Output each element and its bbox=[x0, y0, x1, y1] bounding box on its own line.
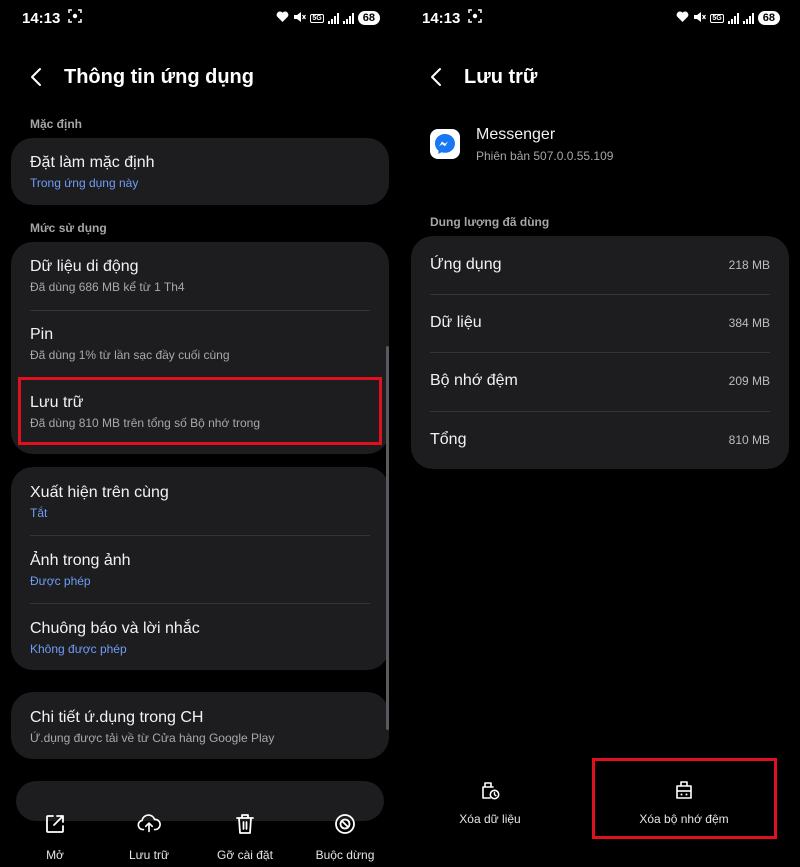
storage-highlight-box bbox=[18, 377, 382, 445]
network-type-badge: 5G bbox=[710, 13, 724, 23]
storage-row-value: 218 MB bbox=[728, 258, 770, 272]
archive-button[interactable]: Lưu trữ bbox=[104, 812, 194, 862]
status-time: 14:13 bbox=[422, 9, 461, 27]
clear-data-button[interactable]: Xóa dữ liệu bbox=[420, 778, 560, 826]
alarms-title: Chuông báo và lời nhắc bbox=[30, 620, 200, 637]
header: Thông tin ứng dụng bbox=[26, 60, 254, 94]
uninstall-label: Gỡ cài đặt bbox=[217, 848, 273, 862]
status-bar: 14:13 5G 68 bbox=[422, 8, 780, 28]
open-label: Mở bbox=[46, 848, 64, 862]
storage-row-label: Ứng dụng bbox=[430, 256, 502, 273]
heart-icon bbox=[676, 11, 689, 26]
page-title: Lưu trữ bbox=[464, 65, 538, 88]
permissions-card: Xuất hiện trên cùng Tắt Ảnh trong ảnh Đư… bbox=[11, 467, 389, 670]
mobile-data-subtitle: Đã dùng 686 MB kể từ 1 Th4 bbox=[30, 280, 185, 294]
header: Lưu trữ bbox=[426, 60, 537, 94]
signal-icon bbox=[327, 12, 339, 24]
section-label-used: Dung lượng đã dùng bbox=[430, 215, 550, 229]
alarms-subtitle: Không được phép bbox=[30, 642, 127, 656]
app-version: Phiên bản 507.0.0.55.109 bbox=[476, 149, 614, 163]
signal-icon bbox=[727, 12, 739, 24]
force-stop-button[interactable]: Buộc dừng bbox=[300, 812, 390, 862]
pip-item[interactable]: Ảnh trong ảnh Được phép bbox=[11, 552, 389, 588]
storage-row-value: 810 MB bbox=[728, 433, 770, 447]
default-card: Đặt làm mặc định Trong ứng dụng này bbox=[11, 138, 389, 205]
clear-data-label: Xóa dữ liệu bbox=[459, 812, 521, 826]
heart-icon bbox=[276, 11, 289, 26]
set-default-subtitle: Trong ứng dụng này bbox=[30, 176, 139, 190]
mute-icon bbox=[293, 11, 307, 26]
clear-data-icon bbox=[478, 778, 502, 802]
alarms-item[interactable]: Chuông báo và lời nhắc Không được phép bbox=[11, 620, 389, 656]
storage-row-value: 209 MB bbox=[728, 374, 770, 388]
status-time: 14:13 bbox=[22, 9, 61, 27]
battery-badge: 68 bbox=[357, 11, 380, 25]
set-default-title: Đặt làm mặc định bbox=[30, 154, 155, 171]
storage-row-label: Bộ nhớ đệm bbox=[430, 372, 518, 389]
back-arrow-icon[interactable] bbox=[26, 65, 46, 89]
store-details-title: Chi tiết ứ.dụng trong CH bbox=[30, 709, 204, 726]
screenshot-icon bbox=[68, 8, 83, 28]
appear-on-top-item[interactable]: Xuất hiện trên cùng Tắt bbox=[11, 484, 389, 520]
pip-title: Ảnh trong ảnh bbox=[30, 552, 131, 569]
scrollbar[interactable] bbox=[386, 346, 389, 730]
back-arrow-icon[interactable] bbox=[426, 65, 446, 89]
storage-row-value: 384 MB bbox=[728, 316, 770, 330]
open-external-icon bbox=[43, 812, 67, 836]
divider bbox=[30, 310, 370, 311]
page-title: Thông tin ứng dụng bbox=[64, 65, 254, 88]
status-bar: 14:13 5G 68 bbox=[22, 8, 380, 28]
mute-icon bbox=[693, 11, 707, 26]
signal-icon-2 bbox=[342, 12, 354, 24]
mobile-data-title: Dữ liệu di động bbox=[30, 258, 139, 275]
signal-icon-2 bbox=[742, 12, 754, 24]
appear-on-top-subtitle: Tắt bbox=[30, 506, 48, 520]
app-info-screen: 14:13 5G 68 Thông tin ứng dụng Mặc định … bbox=[0, 0, 400, 867]
pip-subtitle: Được phép bbox=[30, 574, 91, 588]
storage-row-label: Dữ liệu bbox=[430, 314, 482, 331]
storage-row-data: Dữ liệu 384 MB bbox=[411, 294, 789, 352]
storage-row-cache: Bộ nhớ đệm 209 MB bbox=[411, 352, 789, 410]
storage-screen: 14:13 5G 68 Lưu trữ Messenger Phiên bản … bbox=[400, 0, 800, 867]
mobile-data-item[interactable]: Dữ liệu di động Đã dùng 686 MB kể từ 1 T… bbox=[11, 258, 389, 294]
app-header: Messenger Phiên bản 507.0.0.55.109 bbox=[430, 126, 613, 163]
store-card: Chi tiết ứ.dụng trong CH Ứ.dụng được tải… bbox=[11, 692, 389, 759]
battery-item[interactable]: Pin Đã dùng 1% từ lần sạc đầy cuối cùng bbox=[11, 326, 389, 362]
force-stop-icon bbox=[333, 812, 357, 836]
battery-badge: 68 bbox=[757, 11, 780, 25]
bottom-action-bar: Mở Lưu trữ Gỡ cài đặt Buộc dừng bbox=[0, 805, 400, 865]
uninstall-button[interactable]: Gỡ cài đặt bbox=[200, 812, 290, 862]
clear-cache-highlight-box bbox=[592, 758, 777, 839]
storage-row-total: Tổng 810 MB bbox=[411, 411, 789, 469]
divider bbox=[30, 603, 370, 604]
messenger-icon bbox=[430, 129, 460, 159]
open-button[interactable]: Mở bbox=[10, 812, 100, 862]
appear-on-top-title: Xuất hiện trên cùng bbox=[30, 484, 169, 501]
network-type-badge: 5G bbox=[310, 13, 324, 23]
store-details-item[interactable]: Chi tiết ứ.dụng trong CH Ứ.dụng được tải… bbox=[11, 692, 389, 745]
storage-usage-card: Ứng dụng 218 MB Dữ liệu 384 MB Bộ nhớ đệ… bbox=[411, 236, 789, 469]
section-label-default: Mặc định bbox=[30, 117, 83, 131]
battery-title: Pin bbox=[30, 326, 54, 343]
trash-icon bbox=[233, 812, 257, 836]
force-stop-label: Buộc dừng bbox=[315, 848, 375, 862]
store-details-subtitle: Ứ.dụng được tải về từ Cửa hàng Google Pl… bbox=[30, 731, 275, 745]
storage-row-app: Ứng dụng 218 MB bbox=[411, 236, 789, 294]
storage-row-label: Tổng bbox=[430, 431, 467, 448]
divider bbox=[30, 535, 370, 536]
archive-label: Lưu trữ bbox=[128, 848, 170, 862]
screenshot-icon bbox=[468, 8, 483, 28]
section-label-usage: Mức sử dụng bbox=[30, 221, 107, 235]
app-name: Messenger bbox=[476, 126, 556, 143]
cloud-upload-icon bbox=[137, 812, 161, 836]
set-default-item[interactable]: Đặt làm mặc định Trong ứng dụng này bbox=[11, 138, 389, 190]
battery-subtitle: Đã dùng 1% từ lần sạc đầy cuối cùng bbox=[30, 348, 230, 362]
